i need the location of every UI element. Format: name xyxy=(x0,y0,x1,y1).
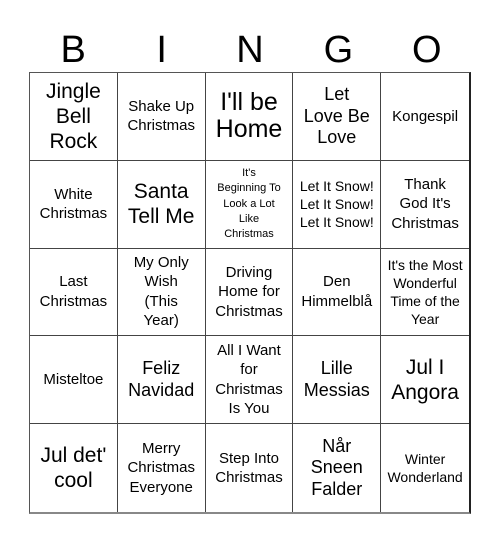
bingo-cell[interactable]: My Only Wish (This Year) xyxy=(117,248,206,337)
bingo-cell[interactable]: Lille Messias xyxy=(293,336,382,425)
cell-label: Thank God It's Christmas xyxy=(391,175,459,232)
cell-label: Kongespil xyxy=(392,107,459,125)
bingo-header: B I N G O xyxy=(29,28,471,72)
bingo-cell[interactable]: Merry Christmas Everyone xyxy=(118,424,206,512)
bingo-cell[interactable]: Misteltoe xyxy=(30,336,118,425)
bingo-cell[interactable]: Kongespil xyxy=(381,73,469,161)
bingo-cell[interactable]: Den Himmelblå xyxy=(293,248,382,337)
cell-label: Last Christmas xyxy=(39,273,108,310)
bingo-cell[interactable]: Let Love Be Love xyxy=(293,73,382,161)
bingo-grid: Jingle Bell Rock Shake Up Christmas I'll… xyxy=(29,72,471,514)
bingo-cell[interactable]: Feliz Navidad xyxy=(117,336,206,425)
bingo-cell[interactable]: Let It Snow! Let It Snow! Let It Snow! xyxy=(293,160,382,249)
cell-label: Let Love Be Love xyxy=(303,84,370,148)
bingo-cell[interactable]: Shake Up Christmas xyxy=(117,73,206,161)
cell-label: Jul I Angora xyxy=(391,355,459,404)
cell-label: Når Sneen Falder xyxy=(310,435,363,499)
header-letter-g: G xyxy=(323,29,354,71)
bingo-cell[interactable]: It's Beginning To Look a Lot Like Christ… xyxy=(205,160,294,249)
cell-label: Driving Home for Christmas xyxy=(215,263,283,320)
header-letter-b: B xyxy=(60,29,86,71)
header-letter-n: N xyxy=(236,29,264,71)
cell-label: Winter Wonderland xyxy=(387,450,463,486)
bingo-cell[interactable]: I'll be Home xyxy=(205,73,294,161)
cell-label: White Christmas xyxy=(39,185,108,223)
header-letter-o: O xyxy=(412,29,442,71)
cell-label: Den Himmelblå xyxy=(301,273,373,310)
bingo-cell[interactable]: Driving Home for Christmas xyxy=(205,248,294,337)
cell-label: My Only Wish (This Year) xyxy=(133,253,189,330)
bingo-cell[interactable]: White Christmas xyxy=(30,160,118,249)
bingo-cell[interactable]: It's the Most Wonderful Time of the Year xyxy=(381,249,469,337)
cell-label: It's Beginning To Look a Lot Like Christ… xyxy=(217,166,281,241)
bingo-cell[interactable]: Jul det' cool xyxy=(30,424,118,512)
cell-label: Misteltoe xyxy=(43,371,104,389)
bingo-cell[interactable]: Winter Wonderland xyxy=(381,424,469,512)
bingo-cell[interactable]: Santa Tell Me xyxy=(117,160,206,249)
cell-label: Lille Messias xyxy=(303,358,370,400)
bingo-cell[interactable]: Step Into Christmas xyxy=(206,424,294,512)
cell-label: It's the Most Wonderful Time of the Year xyxy=(387,256,463,328)
bingo-cell[interactable]: Thank God It's Christmas xyxy=(381,161,469,249)
cell-label: Let It Snow! Let It Snow! Let It Snow! xyxy=(299,177,374,231)
bingo-cell[interactable]: Jul I Angora xyxy=(381,336,469,425)
bingo-cell[interactable]: Jingle Bell Rock xyxy=(30,73,118,161)
cell-label: All I Want for Christmas Is You xyxy=(215,341,283,418)
cell-label: Feliz Navidad xyxy=(128,358,195,400)
header-letter-i: I xyxy=(156,29,167,71)
cell-label: Jul det' cool xyxy=(40,443,107,493)
cell-label: Merry Christmas Everyone xyxy=(127,439,195,496)
bingo-cell[interactable]: All I Want for Christmas Is You xyxy=(205,336,294,425)
cell-label: Jingle Bell Rock xyxy=(45,79,101,153)
cell-label: I'll be Home xyxy=(215,87,283,144)
bingo-cell[interactable]: Når Sneen Falder xyxy=(293,424,382,512)
cell-label: Shake Up Christmas xyxy=(127,97,195,135)
cell-label: Santa Tell Me xyxy=(127,180,195,229)
cell-label: Step Into Christmas xyxy=(215,449,283,487)
bingo-cell[interactable]: Last Christmas xyxy=(30,248,118,337)
